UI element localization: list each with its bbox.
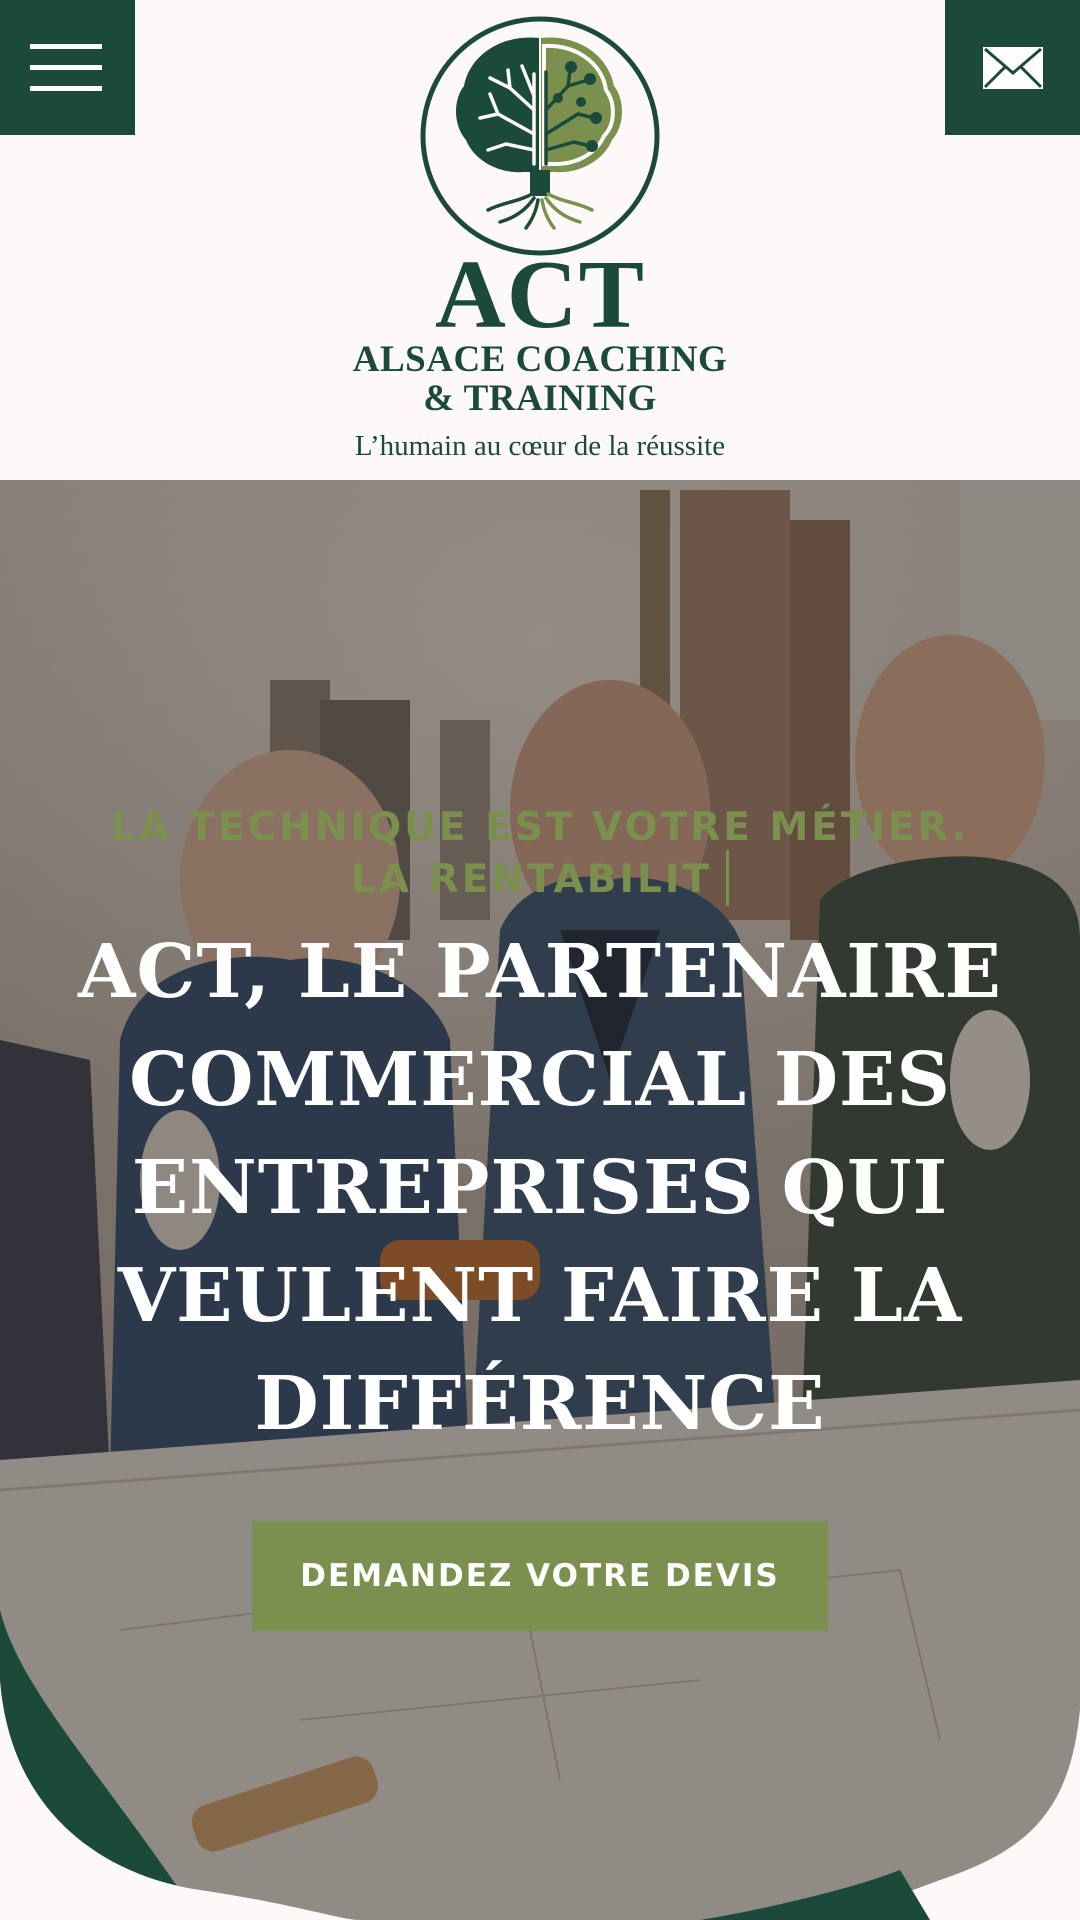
hero-kicker-text: LA TECHNIQUE EST VOTRE MÉTIER. LA RENTAB… [110, 805, 970, 902]
hero-kicker: LA TECHNIQUE EST VOTRE MÉTIER. LA RENTAB… [100, 806, 980, 906]
logo-tagline: L’humain au cœur de la réussite [354, 430, 726, 462]
logo-subtitle-line1: ALSACE COACHING [352, 339, 728, 380]
envelope-icon [983, 47, 1043, 89]
logo-title: ACT [435, 241, 645, 349]
logo-subtitle-line2: & TRAINING [423, 378, 657, 419]
contact-mail-button[interactable] [945, 0, 1080, 135]
hero-section: LA TECHNIQUE EST VOTRE MÉTIER. LA RENTAB… [0, 480, 1080, 1920]
site-logo[interactable]: ACT ALSACE COACHING & TRAINING L’humain … [0, 0, 1080, 480]
typing-caret [725, 850, 729, 906]
hero-title: ACT, LE PARTENAIRE COMMERCIAL DES ENTREP… [78, 929, 1002, 1447]
site-header: ACT ALSACE COACHING & TRAINING L’humain … [0, 0, 1080, 480]
tree-emblem-icon [420, 16, 660, 256]
request-quote-button[interactable]: DEMANDEZ VOTRE DEVIS [252, 1521, 828, 1631]
